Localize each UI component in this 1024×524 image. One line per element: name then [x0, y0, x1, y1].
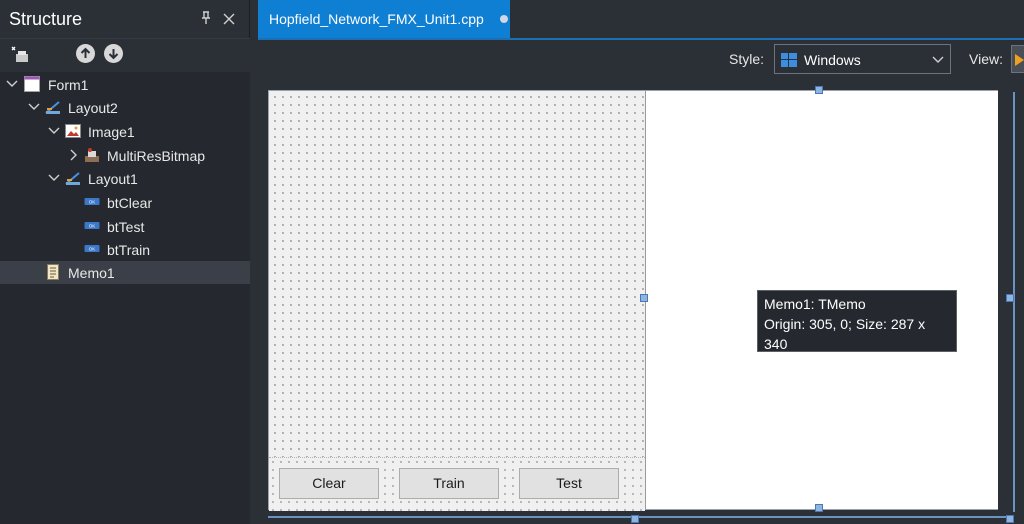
svg-text:OK: OK	[89, 224, 96, 229]
resize-handle[interactable]	[815, 504, 823, 512]
view-selector-button[interactable]	[1011, 45, 1024, 73]
modified-dot-icon[interactable]	[500, 15, 508, 23]
layout-icon	[45, 101, 60, 114]
arrow-down-icon	[108, 49, 119, 60]
tree-node-image1[interactable]: Image1	[0, 120, 250, 143]
tree-node-form1[interactable]: Form1	[0, 73, 250, 96]
chevron-down-icon[interactable]	[6, 78, 18, 90]
tree-node-memo1[interactable]: Memo1	[0, 261, 250, 284]
tree-node-bttrain[interactable]: OK btTrain	[0, 238, 250, 261]
ide-window: Structure Form1 Layout2 Image1 MultiResB…	[0, 0, 1024, 524]
editor-tabbar: Hopfield_Network_FMX_Unit1.cpp	[250, 0, 1024, 38]
tree-label: btClear	[107, 195, 153, 211]
view-label: View:	[969, 51, 1003, 67]
tree-node-multiresbitmap[interactable]: MultiResBitmap	[0, 144, 250, 167]
form-edge-line	[1013, 92, 1015, 512]
tab-unit1[interactable]: Hopfield_Network_FMX_Unit1.cpp	[258, 0, 510, 38]
structure-toolbar	[0, 38, 250, 72]
pin-icon[interactable]	[199, 11, 213, 25]
structure-header: Structure	[0, 0, 250, 38]
close-icon[interactable]	[221, 11, 237, 27]
resize-handle[interactable]	[640, 294, 648, 302]
tree-label: Layout2	[68, 100, 118, 116]
chevron-down-icon[interactable]	[28, 101, 40, 113]
tab-label: Hopfield_Network_FMX_Unit1.cpp	[269, 11, 484, 27]
image-icon	[65, 124, 81, 138]
tooltip-line: Tab Stop: True; Order: 0	[764, 356, 915, 372]
image1-area[interactable]	[269, 91, 645, 457]
bitmap-icon	[85, 148, 99, 162]
tree-node-layout1[interactable]: Layout1	[0, 167, 250, 190]
resize-handle[interactable]	[1006, 294, 1014, 302]
design-toolbar: Style: Windows View:	[258, 38, 1024, 80]
tree-label: Layout1	[88, 171, 138, 187]
resize-handle[interactable]	[1006, 515, 1014, 523]
chevron-right-icon[interactable]	[68, 149, 80, 161]
clear-button[interactable]: Clear	[279, 468, 379, 499]
chevron-down-icon[interactable]	[48, 172, 60, 184]
button-icon: OK	[84, 245, 100, 252]
windows-icon	[781, 53, 797, 67]
style-select[interactable]: Windows	[774, 44, 951, 74]
tree-node-layout2[interactable]: Layout2	[0, 96, 250, 119]
svg-text:OK: OK	[89, 247, 96, 252]
tree-label: Form1	[48, 77, 89, 93]
component-tooltip: Memo1: TMemo Origin: 305, 0; Size: 287 x…	[757, 290, 957, 372]
memo-icon	[47, 264, 59, 280]
button-icon: OK	[84, 198, 100, 205]
structure-title: Structure	[9, 9, 83, 29]
chevron-down-icon[interactable]	[48, 125, 60, 137]
svg-text:OK: OK	[89, 200, 96, 205]
tree-label: Memo1	[68, 265, 115, 281]
tooltip-line: Origin: 305, 0; Size: 287 x 340	[764, 316, 926, 352]
tooltip-line: Memo1: TMemo	[764, 296, 866, 312]
resize-handle[interactable]	[815, 86, 823, 94]
train-button[interactable]: Train	[399, 468, 499, 499]
tree-label: btTest	[107, 219, 145, 235]
chevron-down-icon	[932, 56, 944, 63]
test-button[interactable]: Test	[519, 468, 619, 499]
button-icon: OK	[84, 222, 100, 229]
layout1-area[interactable]: Clear Train Test	[269, 457, 645, 511]
arrow-up-icon	[80, 47, 91, 58]
resize-handle[interactable]	[631, 515, 639, 523]
style-label: Style:	[729, 51, 765, 67]
form-icon	[24, 76, 40, 92]
tree-label: Image1	[88, 124, 135, 140]
new-item-icon[interactable]	[10, 45, 32, 65]
move-up-button[interactable]	[76, 44, 95, 63]
structure-panel: Structure Form1 Layout2 Image1 MultiResB…	[0, 0, 250, 524]
tree-label: MultiResBitmap	[107, 148, 206, 164]
tree-node-bttest[interactable]: OK btTest	[0, 215, 250, 238]
move-down-button[interactable]	[104, 44, 123, 63]
layout-icon	[65, 172, 80, 185]
tree-node-btclear[interactable]: OK btClear	[0, 191, 250, 214]
style-value: Windows	[804, 52, 861, 68]
tree-label: btTrain	[107, 242, 151, 258]
structure-tree: Form1 Layout2 Image1 MultiResBitmap Layo…	[0, 72, 250, 524]
